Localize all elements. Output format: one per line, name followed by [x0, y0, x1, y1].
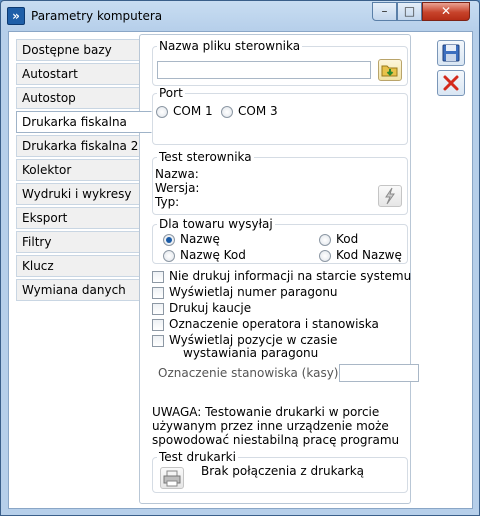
tab-wymiana-danych[interactable]: Wymiana danych [16, 279, 146, 301]
show-receipt-number-checkbox[interactable] [152, 287, 164, 299]
driver-test-group: Test sterownika Nazwa: Wersja: Typ: [152, 150, 408, 215]
test-driver-button[interactable] [378, 185, 402, 207]
show-items-label-line2: wystawiania paragonu [183, 346, 319, 360]
warning-line-3: spowodować niestabilną pracę programu [152, 433, 400, 447]
close-button[interactable]: ✕ [422, 2, 470, 21]
print-deposit-checkbox[interactable] [152, 303, 164, 315]
tab-klucz[interactable]: Klucz [16, 255, 146, 277]
tab-dostepne-bazy[interactable]: Dostępne bazy [16, 39, 146, 61]
fiscal-printer-panel: Nazwa pliku sterownika Port COM 1 COM 3 … [139, 34, 419, 504]
driver-name-label: Nazwa: [155, 167, 199, 181]
com1-label: COM 1 [173, 104, 213, 118]
print-deposit-label: Drukuj kaucje [169, 301, 252, 315]
send-code-radio[interactable] [319, 234, 331, 246]
printer-test-legend: Test drukarki [157, 450, 238, 464]
minimize-button[interactable]: – [372, 2, 397, 21]
port-group: Port COM 1 COM 3 [152, 86, 408, 145]
show-items-checkbox[interactable] [152, 335, 164, 347]
send-name-radio[interactable] [163, 234, 175, 246]
no-print-startup-checkbox[interactable] [152, 271, 164, 283]
station-mark-label: Oznaczenie stanowiska (kasy) [158, 366, 339, 380]
printer-test-group: Test drukarki Brak połączenia z drukarką [152, 450, 408, 493]
lightning-icon [385, 187, 395, 205]
save-button[interactable] [437, 40, 465, 66]
window-title: Parametry komputera [31, 9, 163, 23]
window: » Parametry komputera – □ ✕ Dostępne baz… [0, 0, 480, 516]
driver-version-label: Wersja: [155, 181, 200, 195]
show-receipt-number-label: Wyświetlaj numer paragonu [169, 285, 338, 299]
printer-status: Brak połączenia z drukarką [201, 464, 364, 478]
operator-station-mark-label: Oznaczenie operatora i stanowiska [169, 317, 379, 331]
com3-label: COM 3 [238, 104, 278, 118]
send-code-label: Kod [336, 232, 359, 246]
tab-filtry[interactable]: Filtry [16, 231, 146, 253]
show-items-label: Wyświetlaj pozycje w czasie [169, 333, 338, 347]
maximize-button[interactable]: □ [397, 2, 422, 21]
cancel-button[interactable] [437, 70, 465, 96]
folder-open-icon [381, 65, 398, 77]
warning-line-1: UWAGA: Testowanie drukarki w porcie [152, 405, 380, 419]
driver-type-label: Typ: [155, 195, 180, 209]
driver-file-legend: Nazwa pliku sterownika [157, 39, 303, 53]
driver-file-input[interactable] [157, 61, 371, 79]
tab-wydruki-i-wykresy[interactable]: Wydruki i wykresy [16, 183, 146, 205]
send-for-item-group: Dla towaru wysyłaj Nazwę Kod Nazwę Kod K… [152, 217, 408, 264]
browse-file-button[interactable] [378, 59, 402, 81]
tab-autostart[interactable]: Autostart [16, 63, 146, 85]
send-name-code-radio[interactable] [163, 250, 175, 262]
warning-line-2: używanym przez inne urządzenie może [152, 419, 389, 433]
com1-radio[interactable] [156, 106, 168, 118]
driver-file-group: Nazwa pliku sterownika [152, 39, 408, 86]
tab-drukarka-fiskalna-2[interactable]: Drukarka fiskalna 2 [16, 135, 146, 157]
send-name-label: Nazwę [180, 232, 220, 246]
printer-icon [163, 470, 181, 487]
send-code-name-radio[interactable] [319, 250, 331, 262]
send-name-code-label: Nazwę Kod [180, 248, 246, 262]
tab-autostop[interactable]: Autostop [16, 87, 146, 109]
title-bar: » Parametry komputera – □ ✕ [1, 1, 479, 31]
tab-kolektor[interactable]: Kolektor [16, 159, 146, 181]
floppy-disk-icon [442, 44, 460, 62]
red-x-icon [443, 75, 459, 91]
test-printer-button[interactable] [160, 467, 184, 489]
no-print-startup-label: Nie drukuj informacji na starcie systemu [169, 269, 412, 283]
send-for-item-legend: Dla towaru wysyłaj [157, 217, 275, 231]
tab-eksport[interactable]: Eksport [16, 207, 146, 229]
dialog-client: Dostępne bazy Autostart Autostop Drukark… [8, 31, 473, 509]
port-legend: Port [157, 86, 185, 100]
station-mark-input[interactable] [339, 364, 419, 382]
app-logo-icon: » [7, 7, 25, 25]
tab-list: Dostępne bazy Autostart Autostop Drukark… [16, 39, 152, 303]
send-code-name-label: Kod Nazwę [336, 248, 402, 262]
driver-test-legend: Test sterownika [157, 150, 254, 164]
operator-station-mark-checkbox[interactable] [152, 319, 164, 331]
tab-drukarka-fiskalna[interactable]: Drukarka fiskalna [16, 111, 152, 133]
com3-radio[interactable] [221, 106, 233, 118]
